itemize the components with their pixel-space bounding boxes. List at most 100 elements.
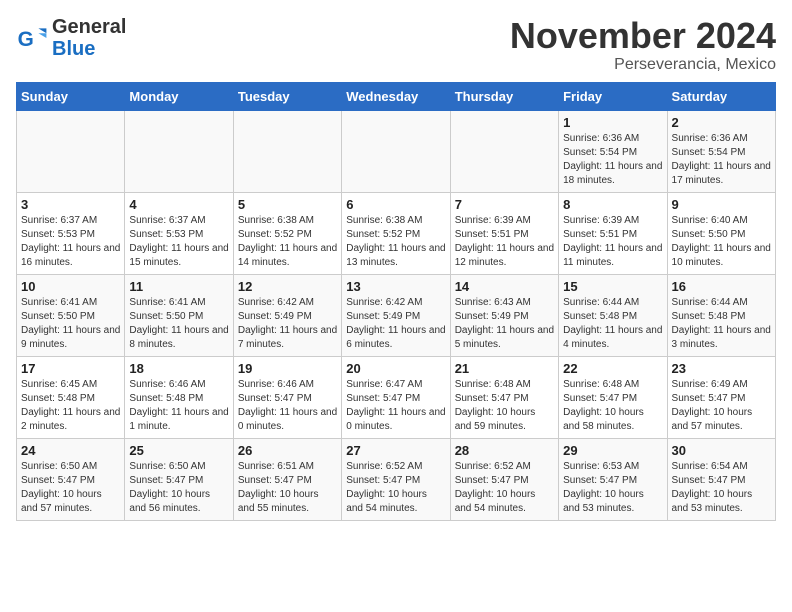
day-number: 24	[21, 443, 120, 458]
calendar-week-4: 17Sunrise: 6:45 AM Sunset: 5:48 PM Dayli…	[17, 356, 776, 438]
calendar-cell: 23Sunrise: 6:49 AM Sunset: 5:47 PM Dayli…	[667, 356, 775, 438]
calendar-cell: 15 Sunrise: 6:44 AM Sunset: 5:48 PM Dayli…	[559, 274, 667, 356]
day-info: Sunrise: 6:52 AM Sunset: 5:47 PM Dayligh…	[455, 460, 554, 516]
day-number: 28	[455, 443, 554, 458]
day-number: 18	[129, 361, 228, 376]
day-number: 7	[455, 197, 554, 212]
calendar-week-2: 3Sunrise: 6:37 AM Sunset: 5:53 PM Daylig…	[17, 192, 776, 274]
weekday-header-tuesday: Tuesday	[233, 82, 341, 110]
calendar-cell	[233, 110, 341, 192]
weekday-header-sunday: Sunday	[17, 82, 125, 110]
weekday-header-saturday: Saturday	[667, 82, 775, 110]
day-info: Sunrise: 6:41 AM Sunset: 5:50 PM Dayligh…	[21, 296, 120, 352]
day-number: 26	[238, 443, 337, 458]
day-info: Sunrise: 6:51 AM Sunset: 5:47 PM Dayligh…	[238, 460, 337, 516]
day-number: 21	[455, 361, 554, 376]
calendar-cell: 24 Sunrise: 6:50 AM Sunset: 5:47 PM Dayli…	[17, 438, 125, 520]
calendar-cell: 21 Sunrise: 6:48 AM Sunset: 5:47 PM Dayli…	[450, 356, 558, 438]
day-number: 6	[346, 197, 445, 212]
weekday-header-friday: Friday	[559, 82, 667, 110]
day-number: 25	[129, 443, 228, 458]
day-info: Sunrise: 6:46 AM Sunset: 5:48 PM Dayligh…	[129, 378, 228, 434]
page-header: G General Blue November 2024 Perseveranc…	[16, 16, 776, 74]
day-info: Sunrise: 6:44 AM Sunset: 5:48 PM Dayligh…	[672, 296, 771, 352]
calendar-cell: 10Sunrise: 6:41 AM Sunset: 5:50 PM Dayli…	[17, 274, 125, 356]
calendar-cell: 8Sunrise: 6:39 AM Sunset: 5:51 PM Daylig…	[559, 192, 667, 274]
calendar-cell: 28 Sunrise: 6:52 AM Sunset: 5:47 PM Dayli…	[450, 438, 558, 520]
logo-general-text: General	[52, 16, 126, 38]
weekday-header-monday: Monday	[125, 82, 233, 110]
day-info: Sunrise: 6:42 AM Sunset: 5:49 PM Dayligh…	[346, 296, 445, 352]
weekday-header-row: SundayMondayTuesdayWednesdayThursdayFrid…	[17, 82, 776, 110]
day-number: 3	[21, 197, 120, 212]
day-info: Sunrise: 6:38 AM Sunset: 5:52 PM Dayligh…	[238, 214, 337, 270]
logo: G General Blue	[16, 16, 126, 60]
calendar-cell: 27 Sunrise: 6:52 AM Sunset: 5:47 PM Dayli…	[342, 438, 450, 520]
calendar-cell: 12Sunrise: 6:42 AM Sunset: 5:49 PM Dayli…	[233, 274, 341, 356]
day-number: 12	[238, 279, 337, 294]
day-info: Sunrise: 6:50 AM Sunset: 5:47 PM Dayligh…	[21, 460, 120, 516]
calendar-cell: 26 Sunrise: 6:51 AM Sunset: 5:47 PM Dayli…	[233, 438, 341, 520]
calendar-cell	[342, 110, 450, 192]
svg-text:G: G	[18, 28, 34, 51]
calendar-cell	[125, 110, 233, 192]
calendar-week-1: 1 Sunrise: 6:36 AM Sunset: 5:54 PM Daylig…	[17, 110, 776, 192]
day-number: 29	[563, 443, 662, 458]
day-info: Sunrise: 6:49 AM Sunset: 5:47 PM Dayligh…	[672, 378, 771, 434]
day-info: Sunrise: 6:48 AM Sunset: 5:47 PM Dayligh…	[563, 378, 662, 434]
day-number: 9	[672, 197, 771, 212]
day-info: Sunrise: 6:50 AM Sunset: 5:47 PM Dayligh…	[129, 460, 228, 516]
calendar-cell: 20 Sunrise: 6:47 AM Sunset: 5:47 PM Dayli…	[342, 356, 450, 438]
day-info: Sunrise: 6:48 AM Sunset: 5:47 PM Dayligh…	[455, 378, 554, 434]
title-block: November 2024 Perseverancia, Mexico	[510, 16, 776, 74]
calendar-cell: 14 Sunrise: 6:43 AM Sunset: 5:49 PM Dayli…	[450, 274, 558, 356]
calendar-cell: 29 Sunrise: 6:53 AM Sunset: 5:47 PM Dayli…	[559, 438, 667, 520]
day-number: 1	[563, 115, 662, 130]
location-subtitle: Perseverancia, Mexico	[510, 56, 776, 74]
day-info: Sunrise: 6:43 AM Sunset: 5:49 PM Dayligh…	[455, 296, 554, 352]
day-number: 15	[563, 279, 662, 294]
calendar-table: SundayMondayTuesdayWednesdayThursdayFrid…	[16, 82, 776, 521]
calendar-cell: 7 Sunrise: 6:39 AM Sunset: 5:51 PM Daylig…	[450, 192, 558, 274]
day-number: 27	[346, 443, 445, 458]
calendar-cell: 19 Sunrise: 6:46 AM Sunset: 5:47 PM Dayli…	[233, 356, 341, 438]
calendar-cell: 4Sunrise: 6:37 AM Sunset: 5:53 PM Daylig…	[125, 192, 233, 274]
calendar-cell	[17, 110, 125, 192]
day-info: Sunrise: 6:53 AM Sunset: 5:47 PM Dayligh…	[563, 460, 662, 516]
calendar-cell: 18 Sunrise: 6:46 AM Sunset: 5:48 PM Dayli…	[125, 356, 233, 438]
logo-icon: G	[16, 22, 48, 54]
logo-blue-text: Blue	[52, 38, 95, 60]
day-number: 5	[238, 197, 337, 212]
calendar-cell: 1 Sunrise: 6:36 AM Sunset: 5:54 PM Daylig…	[559, 110, 667, 192]
day-info: Sunrise: 6:44 AM Sunset: 5:48 PM Dayligh…	[563, 296, 662, 352]
day-info: Sunrise: 6:36 AM Sunset: 5:54 PM Dayligh…	[672, 132, 771, 188]
day-number: 13	[346, 279, 445, 294]
calendar-cell: 3Sunrise: 6:37 AM Sunset: 5:53 PM Daylig…	[17, 192, 125, 274]
day-info: Sunrise: 6:46 AM Sunset: 5:47 PM Dayligh…	[238, 378, 337, 434]
calendar-week-5: 24 Sunrise: 6:50 AM Sunset: 5:47 PM Dayli…	[17, 438, 776, 520]
month-title: November 2024	[510, 16, 776, 56]
calendar-cell: 16Sunrise: 6:44 AM Sunset: 5:48 PM Dayli…	[667, 274, 775, 356]
day-info: Sunrise: 6:54 AM Sunset: 5:47 PM Dayligh…	[672, 460, 771, 516]
day-number: 30	[672, 443, 771, 458]
calendar-cell: 25 Sunrise: 6:50 AM Sunset: 5:47 PM Dayli…	[125, 438, 233, 520]
day-number: 20	[346, 361, 445, 376]
day-info: Sunrise: 6:39 AM Sunset: 5:51 PM Dayligh…	[455, 214, 554, 270]
calendar-cell: 13 Sunrise: 6:42 AM Sunset: 5:49 PM Dayli…	[342, 274, 450, 356]
calendar-cell: 6 Sunrise: 6:38 AM Sunset: 5:52 PM Daylig…	[342, 192, 450, 274]
day-info: Sunrise: 6:45 AM Sunset: 5:48 PM Dayligh…	[21, 378, 120, 434]
day-number: 8	[563, 197, 662, 212]
calendar-cell: 22 Sunrise: 6:48 AM Sunset: 5:47 PM Dayli…	[559, 356, 667, 438]
day-number: 14	[455, 279, 554, 294]
calendar-cell: 5 Sunrise: 6:38 AM Sunset: 5:52 PM Daylig…	[233, 192, 341, 274]
day-number: 19	[238, 361, 337, 376]
calendar-cell: 17Sunrise: 6:45 AM Sunset: 5:48 PM Dayli…	[17, 356, 125, 438]
day-number: 22	[563, 361, 662, 376]
calendar-cell	[450, 110, 558, 192]
day-info: Sunrise: 6:47 AM Sunset: 5:47 PM Dayligh…	[346, 378, 445, 434]
calendar-cell: 9Sunrise: 6:40 AM Sunset: 5:50 PM Daylig…	[667, 192, 775, 274]
calendar-cell: 11Sunrise: 6:41 AM Sunset: 5:50 PM Dayli…	[125, 274, 233, 356]
day-info: Sunrise: 6:38 AM Sunset: 5:52 PM Dayligh…	[346, 214, 445, 270]
day-info: Sunrise: 6:52 AM Sunset: 5:47 PM Dayligh…	[346, 460, 445, 516]
day-info: Sunrise: 6:36 AM Sunset: 5:54 PM Dayligh…	[563, 132, 662, 188]
